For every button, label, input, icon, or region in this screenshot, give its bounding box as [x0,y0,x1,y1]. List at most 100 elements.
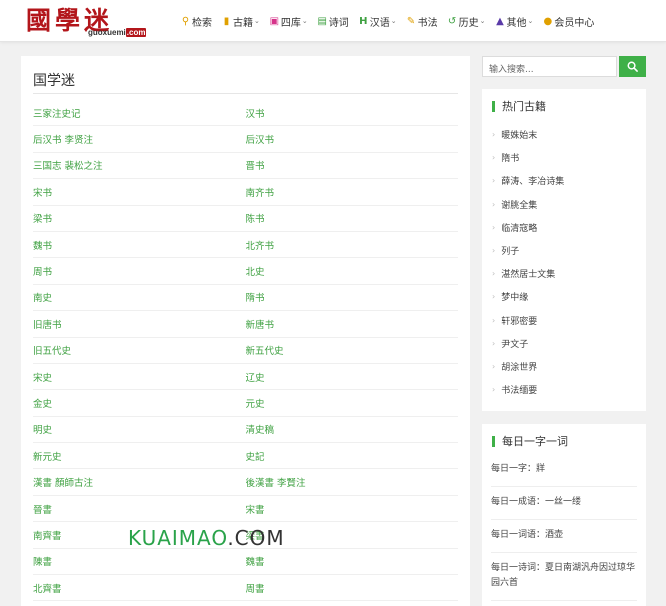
chevron-right-icon: › [492,176,496,186]
book-link[interactable]: 三国志 裴松之注 [33,158,246,172]
hot-book-link[interactable]: › 胡涂世界 [492,355,638,378]
book-link[interactable]: 后汉书 李贤注 [33,132,246,146]
book-link[interactable]: 魏書 [246,554,459,568]
book-link[interactable]: 金史 [33,396,246,410]
hot-book-link[interactable]: › 列子 [492,239,638,262]
book-link[interactable]: 北齊書 [33,581,246,595]
hot-books-title: 热门古籍 [492,101,546,112]
letter-h-icon: H [359,15,368,27]
daily-link[interactable]: 每日一成语：一丝一缕 [491,487,637,520]
book-link[interactable]: 史記 [246,449,459,463]
book-link[interactable]: 元史 [246,396,459,410]
book-link[interactable]: 宋书 [33,185,246,199]
book-link[interactable]: 梁书 [33,211,246,225]
chevron-down-icon: ⌄ [390,17,397,25]
book-link[interactable]: 晉書 [33,502,246,516]
hot-book-link[interactable]: › 暖姝始末 [492,123,638,146]
chevron-right-icon: › [492,130,496,140]
hot-book-link[interactable]: › 湛然居士文集 [492,262,638,285]
hot-book-link[interactable]: › 尹文子 [492,332,638,355]
chevron-right-icon: › [492,246,496,256]
book-row: 金史 元史 [33,390,459,417]
book-link[interactable]: 后汉书 [246,132,459,146]
book-link[interactable]: 周書 [246,581,459,595]
nav-item-history[interactable]: ↺ 历史 ⌄ [447,14,486,29]
book-link[interactable]: 周书 [33,264,246,278]
nav-item-siku[interactable]: ▣ 四库 ⌄ [269,14,308,29]
site-logo[interactable]: 國學迷 guoxuemi.com [26,3,148,39]
book-link[interactable]: 陳書 [33,554,246,568]
book-row: 周书 北史 [33,258,459,285]
book-link[interactable]: 漢書 顏師古注 [33,475,246,489]
nav-item-other[interactable]: ▲ 其他 ⌄ [495,14,534,29]
daily-title: 每日一字一词 [492,436,568,447]
book-link[interactable]: 陈书 [246,211,459,225]
book-link[interactable]: 後漢書 李賢注 [246,475,459,489]
book-row: 晉書 宋書 [33,496,459,523]
book-link[interactable]: 汉书 [246,106,459,120]
chevron-right-icon: › [492,199,496,209]
book-link[interactable]: 南齐书 [246,185,459,199]
chevron-right-icon: › [492,153,496,163]
book-link[interactable]: 清史稿 [246,422,459,436]
hot-book-link[interactable]: › 谢朓全集 [492,193,638,216]
chevron-right-icon: › [492,292,496,302]
book-link[interactable]: 宋書 [246,502,459,516]
book-link[interactable]: 北齐书 [246,238,459,252]
book-link[interactable]: 宋史 [33,370,246,384]
nav-item-search[interactable]: ⚲ 检索 [180,14,212,29]
nav-item-calligraphy[interactable]: ✎ 书法 [406,14,438,29]
chevron-right-icon: › [492,222,496,232]
daily-list: 每日一字：牂 每日一成语：一丝一缕 每日一词语：酒壶 每日一诗词：夏日南湖汎舟因过琼华… [491,454,637,601]
book-row: 宋史 辽史 [33,364,459,391]
main-content: 国学迷 三家注史记 汉书 后汉书 李贤注 后汉书 三国志 裴松之注 晋书 宋书 南齐书 梁书 陈书… [21,56,470,606]
book-link[interactable]: 新五代史 [246,343,459,357]
book-icon: ▮ [223,15,230,27]
daily-link[interactable]: 每日一词语：酒壶 [491,520,637,553]
book-link[interactable]: 隋书 [246,290,459,304]
book-row: 明史 清史稿 [33,417,459,444]
hot-book-link[interactable]: › 轩邪密要 [492,309,638,332]
book-link[interactable]: 魏书 [33,238,246,252]
camera-icon: ▣ [269,15,280,27]
book-row: 北齊書 周書 [33,575,459,602]
chevron-down-icon: ⌄ [301,17,308,25]
book-link[interactable]: 旧唐书 [33,317,246,331]
title-divider [33,93,458,94]
hot-book-link[interactable]: › 临清寇略 [492,216,638,239]
hot-book-link[interactable]: › 薛涛、李冶诗集 [492,169,638,192]
watermark: KUAIMAO.COM [128,526,285,550]
chevron-right-icon: › [492,315,496,325]
daily-link[interactable]: 每日一字：牂 [491,454,637,487]
nav-item-poetry[interactable]: ▤ 诗词 [317,14,349,29]
nav-item-chinese[interactable]: H 汉语 ⌄ [358,14,397,29]
search-input[interactable] [483,60,616,80]
book-row: 三国志 裴松之注 晋书 [33,153,459,180]
book-row: 南史 隋书 [33,285,459,312]
book-row: 新元史 史記 [33,443,459,470]
hot-book-link[interactable]: › 隋书 [492,146,638,169]
nav-item-classics[interactable]: ▮ 古籍 ⌄ [221,14,260,29]
book-row: 宋书 南齐书 [33,179,459,206]
nav-item-member[interactable]: ● 会员中心 [542,14,595,29]
book-link[interactable]: 新元史 [33,449,246,463]
chevron-down-icon: ⌄ [527,17,534,25]
hot-books-widget: 热门古籍 › 暖姝始末 › 隋书 › 薛涛、李冶诗集 › 谢朓全集 › 临清寇略 › 列子 › 湛然居士文… [482,89,646,411]
book-row: 后汉书 李贤注 后汉书 [33,126,459,153]
hot-book-link[interactable]: › 梦中缘 [492,285,638,308]
book-row: 三家注史记 汉书 [33,100,459,127]
chevron-right-icon: › [492,338,496,348]
book-link[interactable]: 北史 [246,264,459,278]
book-link[interactable]: 晋书 [246,158,459,172]
book-link[interactable]: 三家注史记 [33,106,246,120]
book-link[interactable]: 辽史 [246,370,459,384]
book-link[interactable]: 旧五代史 [33,343,246,357]
book-link[interactable]: 南史 [33,290,246,304]
chevron-right-icon: › [492,269,496,279]
hot-book-link[interactable]: › 书法缅要 [492,378,638,401]
chevron-right-icon: › [492,385,496,395]
daily-link[interactable]: 每日一诗词：夏日南湖汎舟因过琼华园六首 [491,553,637,601]
book-link[interactable]: 明史 [33,422,246,436]
book-link[interactable]: 新唐书 [246,317,459,331]
search-button[interactable] [619,56,646,77]
